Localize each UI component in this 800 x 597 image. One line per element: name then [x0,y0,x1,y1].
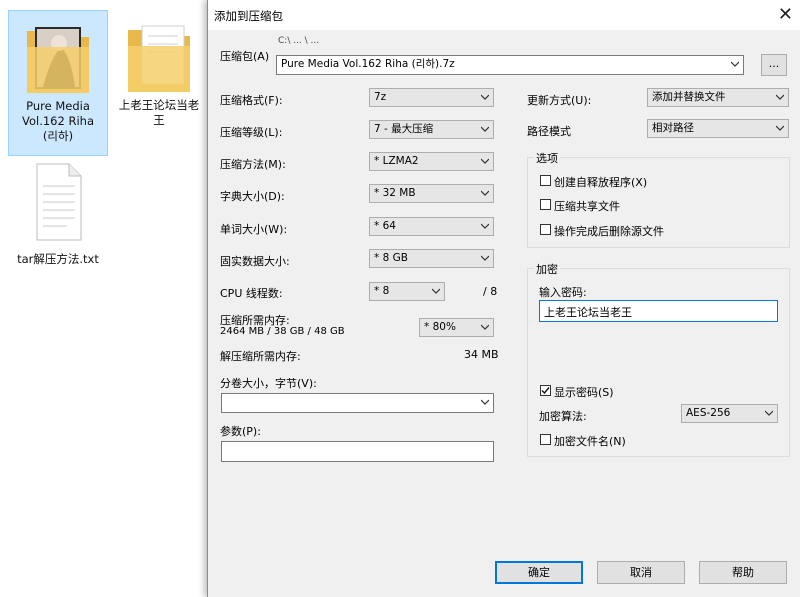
password-value: 上老王论坛当老王 [544,306,632,319]
mem-combo[interactable]: * 80% [419,318,494,337]
options-title: 选项 [534,150,560,166]
archive-path-hint: C:\ ... \ ... [278,36,320,46]
chevron-down-icon [776,94,784,100]
encryption-title: 加密 [534,261,560,277]
password-input[interactable]: 上老王论坛当老王 [539,300,778,322]
decomp-label: 解压缩所需内存: [220,350,301,363]
help-button[interactable]: 帮助 [699,561,787,584]
dict-value: * 32 MB [374,187,416,199]
dialog-title: 添加到压缩包 [214,9,283,23]
method-value: * LZMA2 [374,155,419,167]
dict-label: 字典大小(D): [220,190,285,203]
cpu-combo[interactable]: * 8 [369,282,445,301]
desktop-item-label: tar解压方法.txt [17,252,99,266]
format-combo[interactable]: 7z [369,88,494,107]
show-password-checkbox[interactable] [540,385,551,396]
method-label: 压缩方法(M): [220,158,286,171]
word-combo[interactable]: * 64 [369,217,494,236]
path-mode-value: 相对路径 [652,122,694,134]
chevron-down-icon [481,255,489,261]
mem-detail: 2464 MB / 38 GB / 48 GB [220,326,345,337]
chevron-down-icon [765,410,773,416]
desktop-item-label: Pure Media Vol.162 Riha (리하) [22,99,94,143]
sfx-label: 创建自释放程序(X) [554,176,648,189]
text-file-icon [36,163,82,241]
solid-combo[interactable]: * 8 GB [369,249,494,268]
chevron-down-icon [776,125,784,131]
folder-icon [27,27,89,93]
dict-combo[interactable]: * 32 MB [369,184,494,203]
desktop-item-pure-media[interactable]: Pure Media Vol.162 Riha (리하) [8,10,108,156]
shared-label: 压缩共享文件 [554,200,620,213]
desktop-item-txt[interactable]: tar解压方法.txt [10,160,106,270]
cpu-total: / 8 [483,285,498,298]
enc-method-value: AES-256 [686,407,731,419]
chevron-down-icon [481,399,489,405]
desktop-item-label: 上老王论坛当老王 [118,98,200,127]
delete-checkbox[interactable] [540,224,551,235]
method-combo[interactable]: * LZMA2 [369,152,494,171]
shared-checkbox[interactable] [540,199,551,210]
browse-button[interactable]: ... [761,54,787,76]
word-value: * 64 [374,220,396,232]
update-value: 添加并替换文件 [652,91,726,103]
update-label: 更新方式(U): [527,94,592,107]
format-label: 压缩格式(F): [220,94,283,107]
chevron-down-icon [481,158,489,164]
level-label: 压缩等级(L): [220,126,283,139]
path-mode-label: 路径模式 [527,125,571,138]
delete-label: 操作完成后删除源文件 [554,225,664,238]
solid-value: * 8 GB [374,252,408,264]
ok-button[interactable]: 确定 [495,561,583,584]
chevron-down-icon [481,223,489,229]
decomp-value: 34 MB [464,348,499,361]
chevron-down-icon [432,288,440,294]
password-label: 输入密码: [539,286,587,299]
volume-label: 分卷大小，字节(V): [220,377,317,390]
level-value: 7 - 最大压缩 [374,123,434,135]
archive-name-value: Pure Media Vol.162 Riha (리하).7z [281,58,455,70]
chevron-down-icon [481,190,489,196]
add-to-archive-dialog: 添加到压缩包 ✕ 压缩包(A) C:\ ... \ ... Pure Media… [207,0,800,597]
close-icon[interactable]: ✕ [778,4,793,25]
checkmark-icon [541,387,550,395]
level-combo[interactable]: 7 - 最大压缩 [369,120,494,139]
cpu-value: * 8 [374,285,390,297]
params-label: 参数(P): [220,425,261,438]
archive-name-combo[interactable]: Pure Media Vol.162 Riha (리하).7z [276,55,744,75]
chevron-down-icon [481,126,489,132]
format-value: 7z [374,91,387,103]
solid-label: 固实数据大小: [220,255,290,268]
enc-method-label: 加密算法: [539,410,587,423]
cancel-button[interactable]: 取消 [597,561,685,584]
chevron-down-icon [481,94,489,100]
word-label: 单词大小(W): [220,223,288,236]
volume-combo[interactable] [221,393,494,413]
chevron-down-icon [731,61,739,67]
folder-icon [128,25,190,92]
params-input[interactable] [221,441,494,462]
chevron-down-icon [481,324,489,330]
desktop-item-folder[interactable]: 上老王论坛当老王 [114,10,204,140]
show-password-label: 显示密码(S) [554,386,614,399]
encrypt-filenames-label: 加密文件名(N) [554,435,626,448]
cpu-label: CPU 线程数: [220,287,283,300]
archive-label: 压缩包(A) [220,50,270,63]
enc-method-combo[interactable]: AES-256 [681,404,778,423]
update-combo[interactable]: 添加并替换文件 [647,88,789,107]
title-bar: 添加到压缩包 ✕ [208,0,800,30]
path-mode-combo[interactable]: 相对路径 [647,119,789,138]
sfx-checkbox[interactable] [540,175,551,186]
encrypt-filenames-checkbox[interactable] [540,434,551,445]
mem-value: * 80% [424,321,456,333]
